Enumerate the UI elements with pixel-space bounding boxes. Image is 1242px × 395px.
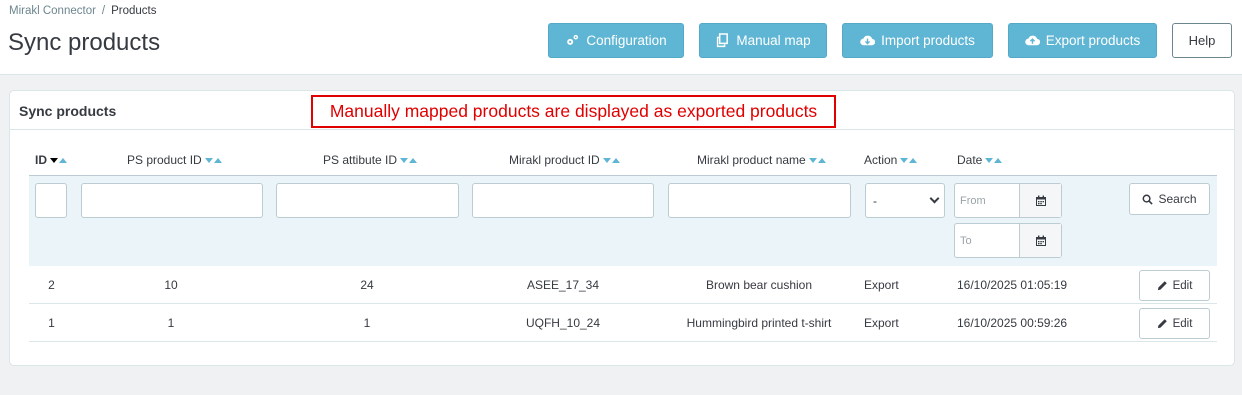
column-header-id-label: ID: [35, 153, 47, 167]
column-header-mirakl-product-name[interactable]: Mirakl product name: [697, 153, 826, 167]
configuration-button[interactable]: Configuration: [548, 23, 684, 58]
cell-ps-product-id: 10: [164, 277, 178, 292]
filter-action-select[interactable]: -: [865, 183, 945, 218]
table-row: 2 10 24 ASEE_17_34 Brown bear cushion Ex…: [29, 266, 1217, 304]
column-header-mirakl-product-id-label: Mirakl product ID: [509, 153, 600, 167]
column-header-mirakl-product-name-label: Mirakl product name: [697, 153, 806, 167]
cell-ps-attribute-id: 1: [363, 315, 371, 330]
copy-icon: [717, 33, 729, 48]
sort-icon[interactable]: [50, 157, 67, 163]
table-row: 1 1 1 UQFH_10_24 Hummingbird printed t-s…: [29, 304, 1217, 342]
filter-date-from[interactable]: From: [954, 183, 1062, 218]
sort-icon[interactable]: [985, 157, 1003, 163]
sort-icon[interactable]: [204, 157, 222, 163]
export-products-button[interactable]: Export products: [1008, 23, 1157, 58]
pencil-icon: [1157, 319, 1167, 329]
calendar-icon[interactable]: [1020, 224, 1061, 257]
filter-mirakl-product-id-input[interactable]: [472, 183, 654, 218]
breadcrumb-parent-link[interactable]: Mirakl Connector: [9, 5, 96, 17]
search-button[interactable]: Search: [1129, 183, 1210, 215]
cell-mirakl-product-id: UQFH_10_24: [525, 315, 601, 330]
export-products-button-label: Export products: [1045, 33, 1141, 48]
search-icon: [1143, 194, 1154, 205]
column-header-ps-product-id-label: PS product ID: [127, 153, 202, 167]
cell-id: 1: [48, 315, 55, 330]
chevron-down-icon: [929, 193, 940, 204]
sync-products-panel: Sync products Manually mapped products a…: [9, 90, 1235, 366]
breadcrumb: Mirakl Connector / Products: [9, 5, 157, 17]
cell-ps-attribute-id: 24: [360, 277, 374, 292]
edit-button[interactable]: Edit: [1139, 308, 1210, 339]
edit-button-label: Edit: [1172, 279, 1193, 292]
filter-ps-attribute-id-input[interactable]: [276, 183, 459, 218]
breadcrumb-current: Products: [111, 5, 157, 17]
panel-header: Sync products Manually mapped products a…: [10, 91, 1234, 130]
filter-date-to[interactable]: To: [954, 223, 1062, 258]
column-header-mirakl-product-id[interactable]: Mirakl product ID: [509, 153, 620, 167]
sort-icon[interactable]: [900, 157, 918, 163]
cell-date: 16/10/2025 00:59:26: [957, 315, 1068, 330]
configuration-button-label: Configuration: [586, 33, 667, 48]
cell-date: 16/10/2025 01:05:19: [957, 277, 1068, 292]
cell-mirakl-product-name: Hummingbird printed t-shirt: [686, 315, 832, 330]
cell-ps-product-id: 1: [167, 315, 175, 330]
page-header: Mirakl Connector / Products Sync products …: [0, 0, 1242, 75]
filter-ps-product-id-input[interactable]: [81, 183, 263, 218]
column-header-action[interactable]: Action: [864, 153, 918, 167]
help-button[interactable]: Help: [1172, 23, 1232, 58]
cell-mirakl-product-name: Brown bear cushion: [705, 277, 813, 292]
column-header-date[interactable]: Date: [957, 153, 1003, 167]
cloud-upload-icon: [1025, 35, 1040, 46]
sort-icon[interactable]: [602, 157, 620, 163]
cell-action: Export: [864, 315, 899, 330]
manual-map-button-label: Manual map: [736, 33, 811, 48]
sort-icon[interactable]: [808, 157, 826, 163]
column-header-ps-attribute-id[interactable]: PS attibute ID: [323, 153, 418, 167]
column-header-id[interactable]: ID: [35, 153, 67, 167]
edit-button-label: Edit: [1172, 317, 1193, 330]
panel-title: Sync products: [19, 103, 117, 119]
column-header-ps-attribute-id-label: PS attibute ID: [323, 153, 398, 167]
gears-icon: [567, 34, 579, 45]
cell-mirakl-product-id: ASEE_17_34: [526, 277, 600, 292]
manual-map-button[interactable]: Manual map: [699, 23, 827, 58]
import-products-button[interactable]: Import products: [842, 23, 993, 58]
date-to-input[interactable]: To: [955, 224, 1020, 257]
import-products-button-label: Import products: [881, 33, 975, 48]
column-header-action-label: Action: [864, 153, 898, 167]
search-button-label: Search: [1158, 192, 1197, 206]
column-header-date-label: Date: [957, 153, 983, 167]
filter-mirakl-product-name-input[interactable]: [668, 183, 851, 218]
column-header-ps-product-id[interactable]: PS product ID: [127, 153, 222, 167]
edit-button[interactable]: Edit: [1139, 270, 1210, 301]
filter-action-selected: -: [873, 193, 877, 208]
breadcrumb-separator: /: [101, 5, 106, 17]
filter-id-input[interactable]: [35, 183, 67, 218]
pencil-icon: [1157, 281, 1167, 291]
info-note: Manually mapped products are displayed a…: [311, 95, 836, 128]
cloud-download-icon: [860, 35, 876, 46]
date-from-input[interactable]: From: [955, 184, 1020, 217]
calendar-icon[interactable]: [1020, 184, 1061, 217]
page-title: Sync products: [8, 29, 161, 56]
sort-icon[interactable]: [400, 157, 418, 163]
cell-action: Export: [864, 277, 899, 292]
cell-id: 2: [48, 277, 55, 292]
